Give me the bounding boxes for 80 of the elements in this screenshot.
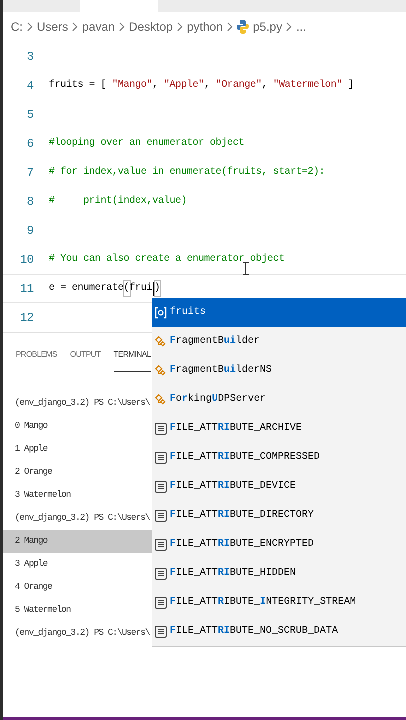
string-literal: "Orange" xyxy=(216,78,262,93)
string-literal: "Apple" xyxy=(164,78,204,93)
terminal-line: 5 Watermelon xyxy=(14,604,71,617)
code-text: e = enumerate xyxy=(49,282,124,296)
suggestion-item[interactable]: FILE_ATTRIBUTE_INTEGRITY_STREAM xyxy=(152,588,406,617)
panel-tab[interactable]: OUTPUT xyxy=(70,349,101,372)
chevron-icon xyxy=(177,22,184,32)
line-number: 10 xyxy=(19,252,35,268)
enum-member-icon xyxy=(155,538,167,550)
terminal-line: 1 Apple xyxy=(14,442,48,456)
line-number: 7 xyxy=(26,164,35,182)
line-number: 11 xyxy=(19,280,35,298)
string-literal: "Watermelon" xyxy=(273,78,342,93)
breadcrumb-item[interactable]: Desktop xyxy=(129,18,174,36)
chevron-icon xyxy=(119,22,126,32)
breadcrumb-item[interactable]: p5.py xyxy=(253,18,282,36)
chevron-icon xyxy=(72,22,78,32)
breadcrumb-item[interactable]: ... xyxy=(296,18,306,36)
terminal-line: 4 Orange xyxy=(14,580,52,594)
line-number: 4 xyxy=(26,78,35,94)
panel-tab[interactable]: TERMINAL xyxy=(114,349,152,372)
enum-member-icon xyxy=(155,596,167,608)
line-number: 5 xyxy=(26,106,35,124)
suggestion-item[interactable]: FILE_ATTRIBUTE_DIRECTORY xyxy=(152,501,406,530)
terminal-line: 3 Watermelon xyxy=(14,488,71,502)
breadcrumb-item[interactable]: Users xyxy=(37,18,68,36)
string-literal: "Mango" xyxy=(112,78,153,93)
line-number: 3 xyxy=(26,48,35,66)
code-text: ) xyxy=(154,281,160,296)
text-cursor-icon xyxy=(243,262,249,276)
suggestion-item[interactable]: FILE_ATTRIBUTE_HIDDEN xyxy=(152,559,406,588)
code-text: ( xyxy=(124,281,130,296)
suggestion-item[interactable]: FILE_ATTRIBUTE_COMPRESSED xyxy=(152,443,406,472)
enum-member-icon xyxy=(155,480,167,492)
enum-member-icon xyxy=(155,510,167,522)
terminal-line: (env_django_3.2) PS C:\Users\ xyxy=(14,396,150,410)
suggestion-item[interactable]: FragmentBuilder xyxy=(152,327,406,356)
terminal-line: 3 Apple xyxy=(14,558,48,571)
enum-member-icon xyxy=(155,452,167,464)
class-icon xyxy=(155,336,167,348)
suggestion-item[interactable]: FILE_ATTRIBUTE_ARCHIVE xyxy=(152,414,406,443)
code-text: , xyxy=(152,79,160,93)
breadcrumb-item[interactable]: pavan xyxy=(82,18,116,36)
class-icon xyxy=(155,364,167,376)
chevron-icon xyxy=(27,22,33,32)
suggestion-item[interactable]: FILE_ATTRIBUTE_NO_SCRUB_DATA xyxy=(152,617,406,646)
panel-tab[interactable]: PROBLEMS xyxy=(16,349,58,372)
class-icon xyxy=(155,394,167,406)
line-number: 9 xyxy=(26,222,35,240)
line-number: 8 xyxy=(26,194,35,210)
chevron-icon xyxy=(286,22,292,32)
suggestion-item[interactable]: FragmentBuilderNS xyxy=(152,356,406,385)
code-text: fruits = [ xyxy=(49,78,108,93)
suggestion-item[interactable]: FILE_ATTRIBUTE_DEVICE xyxy=(152,472,406,501)
terminal-line: (env_django_3.2) PS C:\Users\ xyxy=(14,512,150,525)
code-comment: # You can also create a enumerator object xyxy=(49,252,285,267)
enum-member-icon xyxy=(155,626,167,638)
code-comment: # for index,value in enumerate(fruits, start=2): xyxy=(49,166,326,180)
variable-icon xyxy=(155,306,167,318)
chevron-icon xyxy=(227,22,234,32)
code-text: ] xyxy=(347,78,354,93)
enum-member-icon xyxy=(155,568,167,580)
terminal-line: 2 Orange xyxy=(14,466,52,479)
terminal-line: 0 Mango xyxy=(14,420,48,433)
enum-member-icon xyxy=(155,422,167,434)
code-text: frui xyxy=(130,282,153,296)
code-comment: #looping over an enumerator object xyxy=(49,136,245,151)
suggestion-item[interactable]: FILE_ATTRIBUTE_ENCRYPTED xyxy=(152,530,406,559)
code-text: , xyxy=(204,79,212,93)
code-text: , xyxy=(262,79,269,93)
breadcrumb-item[interactable]: python xyxy=(187,18,224,36)
breadcrumb-item[interactable]: C: xyxy=(11,18,23,36)
text-cursor xyxy=(152,282,155,296)
python-file-icon xyxy=(237,20,250,34)
line-number: 6 xyxy=(26,136,35,152)
terminal-line: (env_django_3.2) PS C:\Users\ xyxy=(14,626,150,640)
suggestion-item[interactable]: ForkingUDPServer xyxy=(152,385,406,414)
suggestion-item[interactable]: fruits xyxy=(152,298,406,327)
line-number: 12 xyxy=(19,310,35,326)
code-comment: # print(index,value) xyxy=(49,194,188,209)
